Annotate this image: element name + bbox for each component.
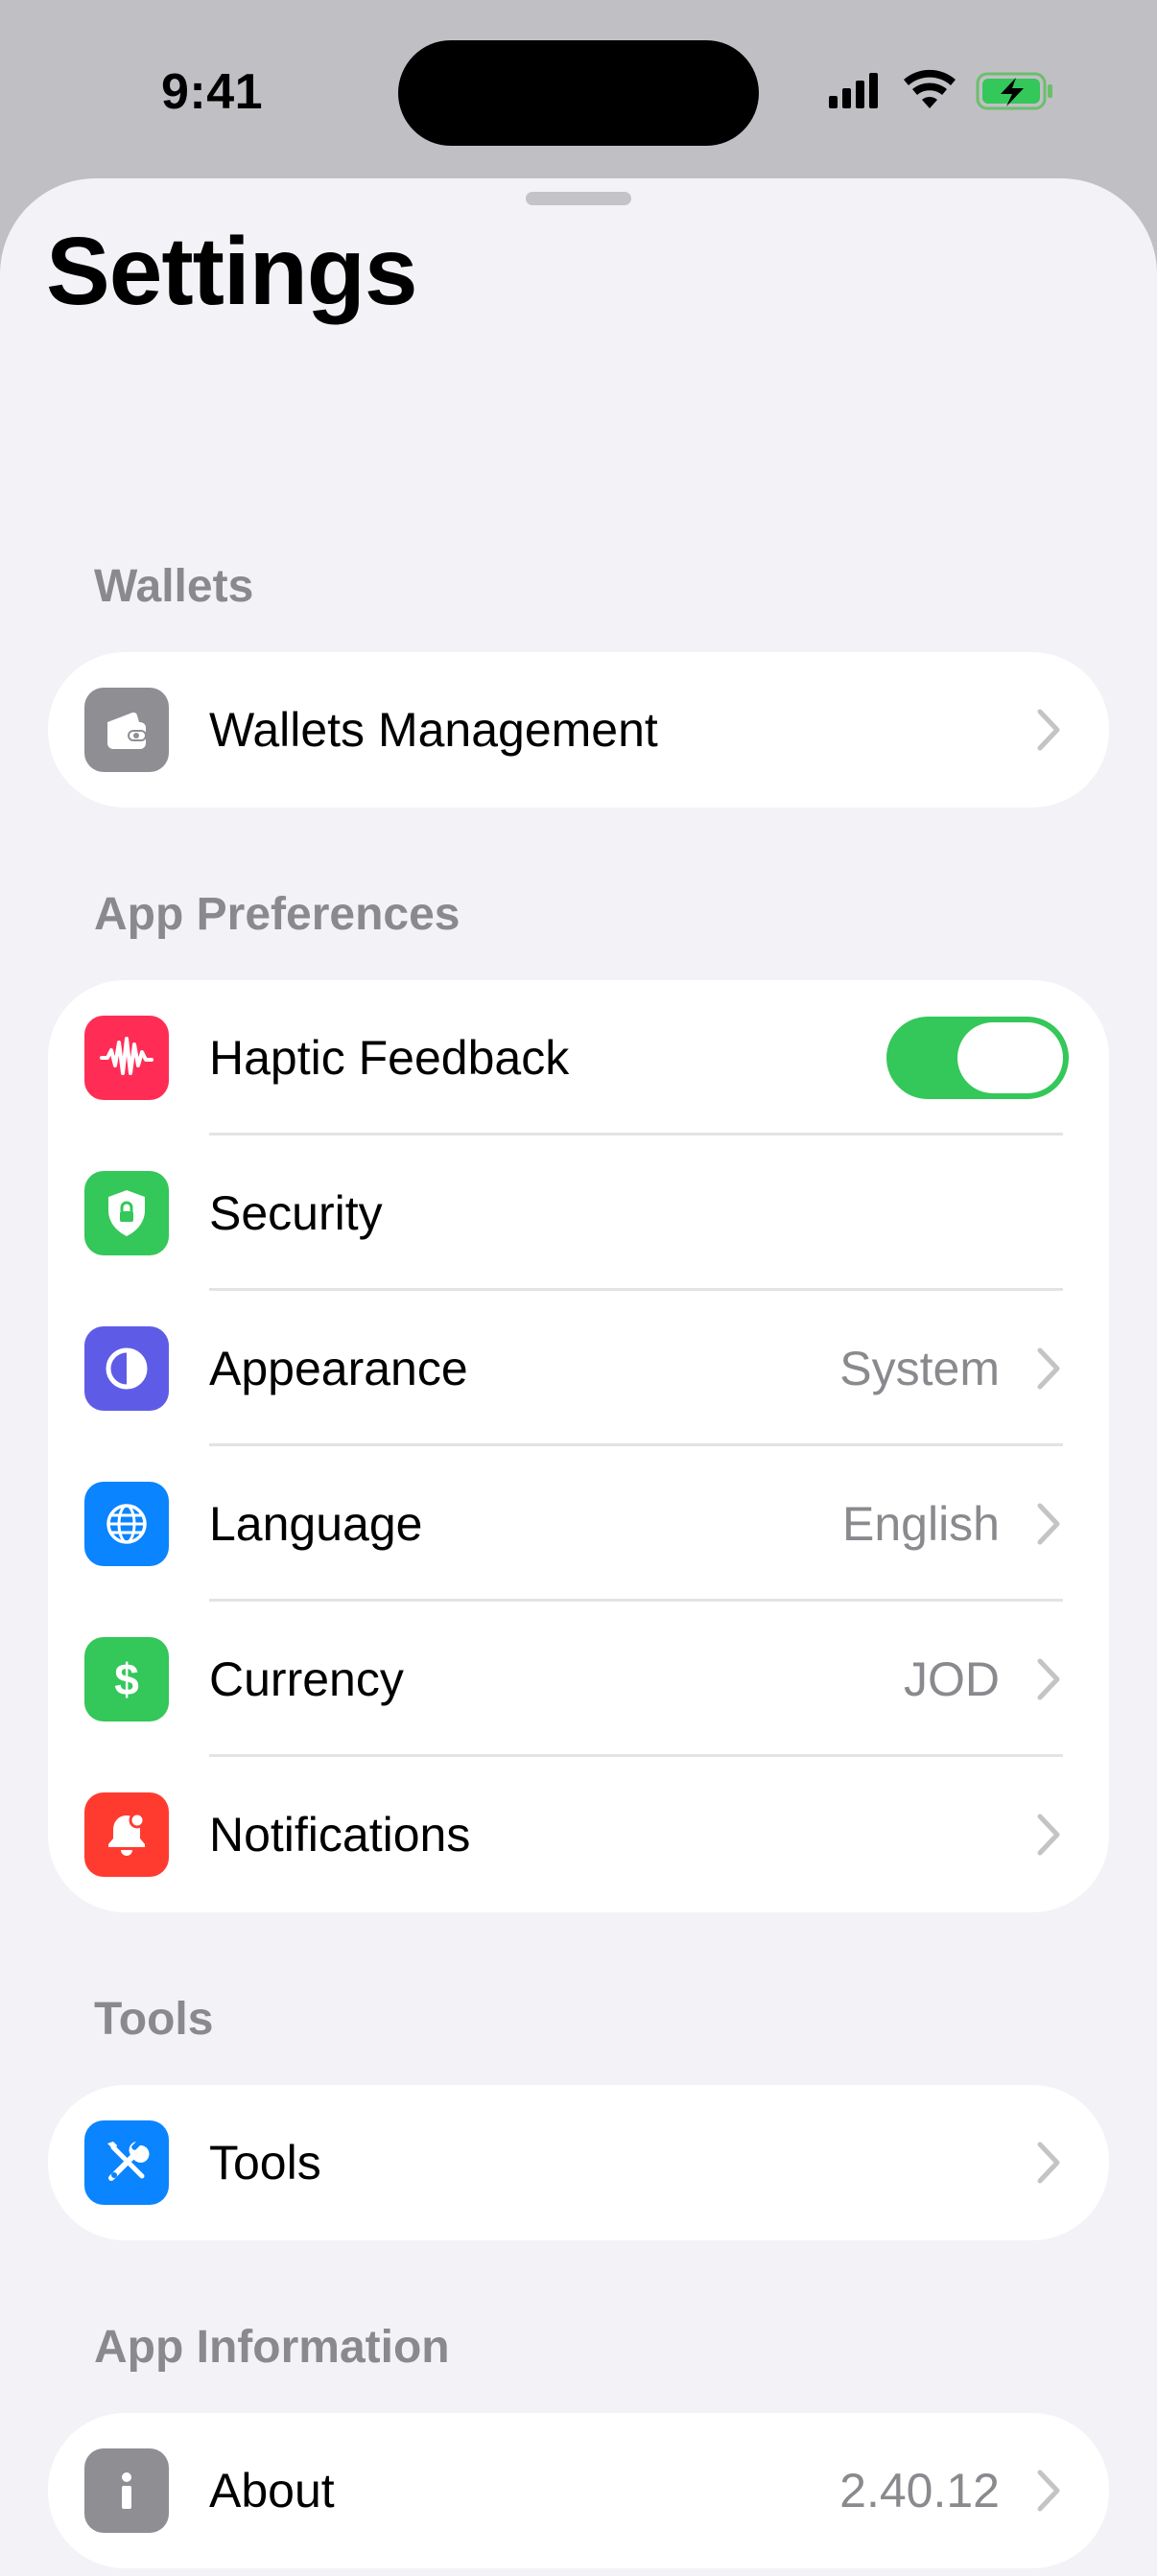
- half-circle-icon: [84, 1326, 169, 1411]
- row-notifications[interactable]: Notifications: [48, 1757, 1109, 1912]
- row-haptic-feedback: Haptic Feedback: [48, 980, 1109, 1136]
- page-title: Settings: [46, 218, 417, 325]
- group-tools: Tools: [48, 2085, 1109, 2240]
- waveform-icon: [84, 1016, 169, 1100]
- row-label: Language: [209, 1497, 423, 1551]
- info-icon: [84, 2448, 169, 2533]
- chevron-right-icon: [1037, 1658, 1060, 1700]
- row-label: Tools: [209, 2136, 321, 2190]
- language-value: English: [842, 1497, 1000, 1551]
- status-time: 9:41: [161, 64, 264, 120]
- group-wallets: Wallets Management: [48, 652, 1109, 808]
- chevron-right-icon: [1037, 1347, 1060, 1390]
- group-app-preferences: Haptic Feedback Security Appearance Syst…: [48, 980, 1109, 1912]
- about-version-value: 2.40.12: [839, 2464, 1000, 2517]
- row-security[interactable]: Security: [48, 1136, 1109, 1291]
- toggle-knob: [957, 1022, 1063, 1093]
- row-label: Appearance: [209, 1342, 468, 1395]
- globe-icon: [84, 1482, 169, 1566]
- status-icons: [827, 69, 1057, 117]
- status-bar: 9:41: [0, 0, 1157, 182]
- chevron-right-icon: [1037, 1814, 1060, 1856]
- row-language[interactable]: Language English: [48, 1446, 1109, 1602]
- shield-lock-icon: [84, 1171, 169, 1255]
- row-label: Wallets Management: [209, 703, 658, 757]
- section-header-tools: Tools: [94, 1994, 214, 2045]
- row-tools[interactable]: Tools: [48, 2085, 1109, 2240]
- chevron-right-icon: [1037, 709, 1060, 751]
- bell-icon: [84, 1792, 169, 1877]
- chevron-right-icon: [1037, 2470, 1060, 2512]
- appearance-value: System: [839, 1342, 1000, 1395]
- svg-text:$: $: [114, 1654, 139, 1704]
- chevron-right-icon: [1037, 1503, 1060, 1545]
- row-label: Notifications: [209, 1808, 471, 1862]
- wallet-icon: [84, 688, 169, 772]
- section-header-wallets: Wallets: [94, 561, 254, 612]
- currency-value: JOD: [904, 1652, 1000, 1706]
- section-header-app-preferences: App Preferences: [94, 889, 460, 940]
- battery-charging-icon: [976, 72, 1052, 110]
- haptic-feedback-toggle[interactable]: [886, 1017, 1069, 1099]
- row-label: About: [209, 2464, 335, 2517]
- chevron-right-icon: [1037, 2142, 1060, 2184]
- row-appearance[interactable]: Appearance System: [48, 1291, 1109, 1446]
- row-label: Security: [209, 1186, 383, 1240]
- row-label: Currency: [209, 1652, 404, 1706]
- row-currency[interactable]: $ Currency JOD: [48, 1602, 1109, 1757]
- row-label: Haptic Feedback: [209, 1031, 570, 1085]
- dynamic-island: [398, 40, 759, 146]
- row-about[interactable]: About 2.40.12: [48, 2413, 1109, 2568]
- wifi-icon: [904, 69, 956, 108]
- sheet-grabber[interactable]: [526, 192, 631, 205]
- cellular-signal-icon: [829, 73, 878, 108]
- wrench-screwdriver-icon: [84, 2120, 169, 2205]
- row-wallets-management[interactable]: Wallets Management: [48, 652, 1109, 808]
- dollar-icon: $: [84, 1637, 169, 1721]
- section-header-app-information: App Information: [94, 2322, 450, 2373]
- group-app-information: About 2.40.12: [48, 2413, 1109, 2568]
